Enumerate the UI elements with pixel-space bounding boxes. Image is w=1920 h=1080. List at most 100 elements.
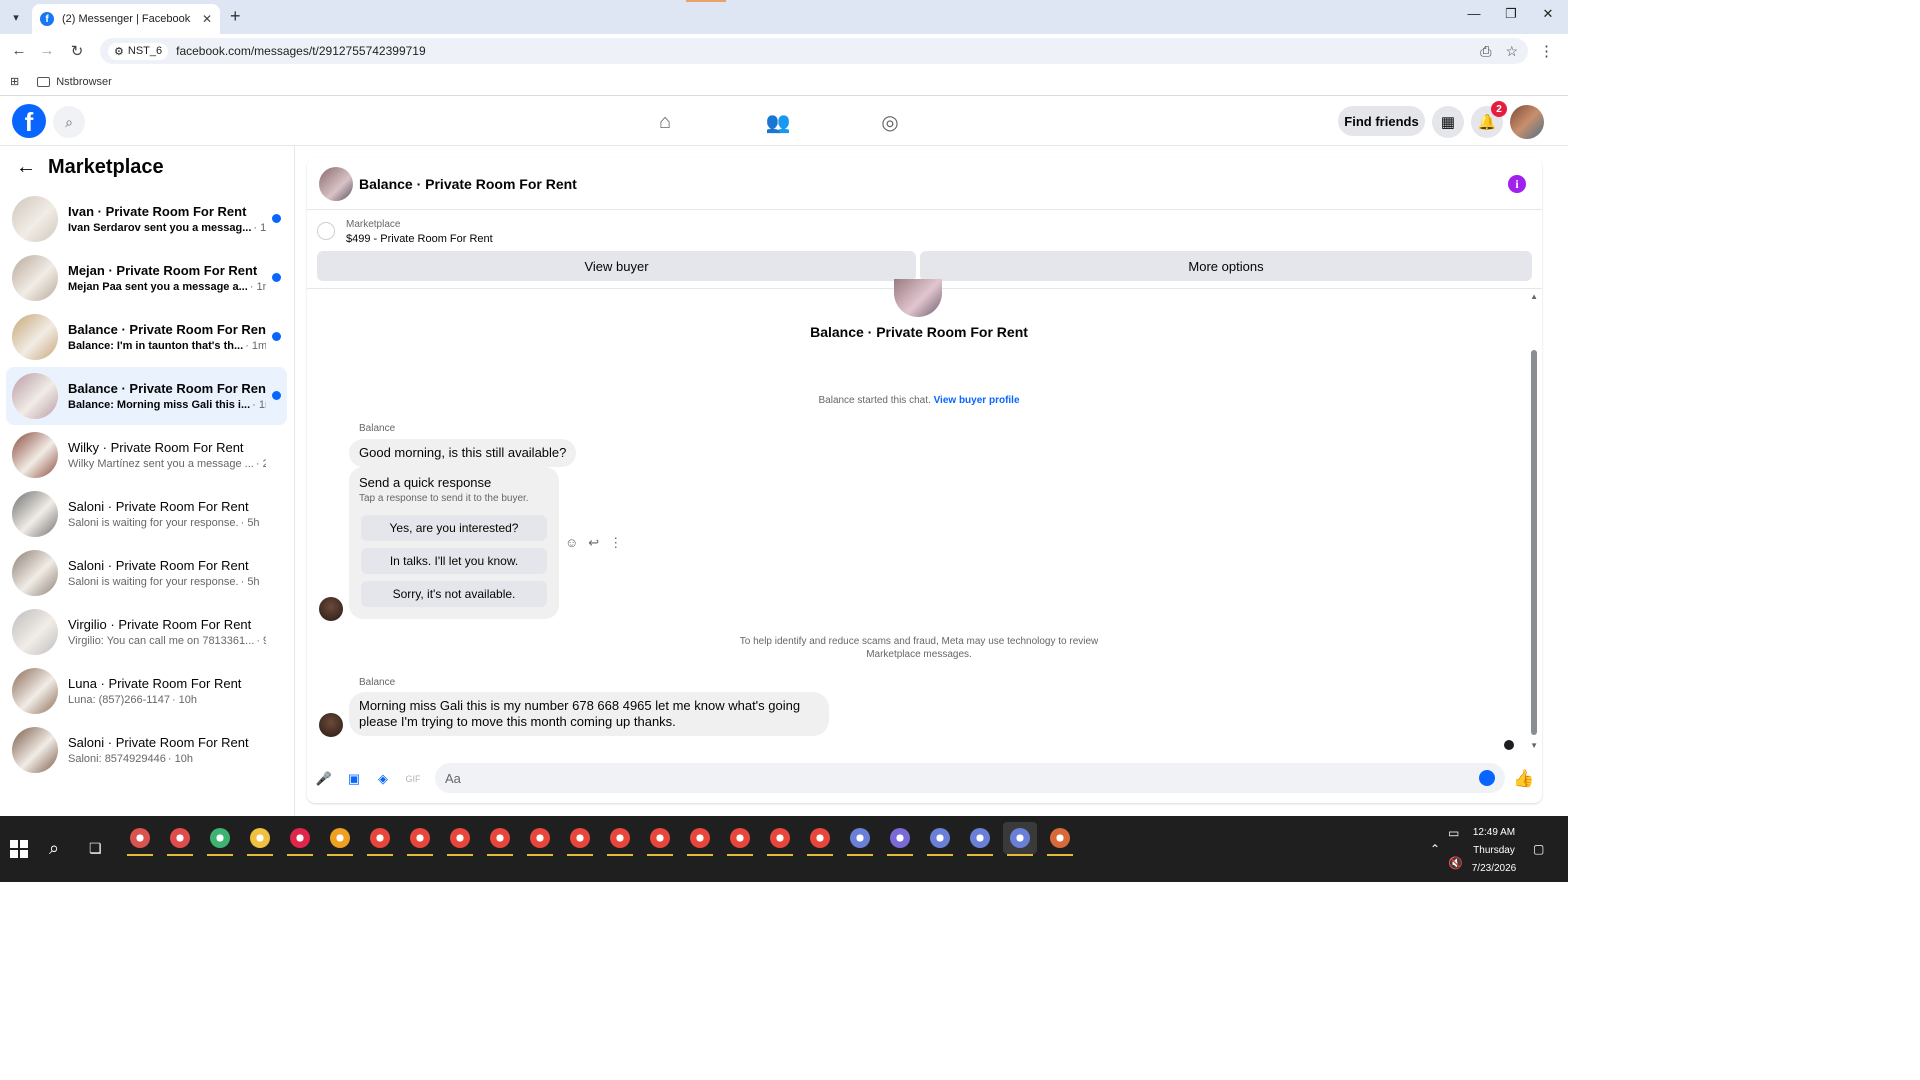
- conversation-item[interactable]: Saloni · Private Room For Rent Saloni is …: [6, 485, 287, 543]
- gif-icon[interactable]: GIF: [404, 770, 422, 788]
- taskbar-app-icon[interactable]: [603, 822, 637, 856]
- browser-tab-messenger[interactable]: f (2) Messenger | Facebook ✕: [32, 4, 220, 34]
- bookmark-folder[interactable]: Nstbrowser: [37, 76, 112, 88]
- apps-grid-icon[interactable]: ⊞: [10, 75, 19, 88]
- conversation-item[interactable]: Wilky · Private Room For Rent Wilky Martí…: [6, 426, 287, 484]
- restore-icon[interactable]: ❐: [1501, 6, 1521, 22]
- tab-close-icon[interactable]: ✕: [202, 12, 212, 26]
- conversation-item[interactable]: Saloni · Private Room For Rent Saloni is …: [6, 544, 287, 602]
- taskbar-clock[interactable]: 12:49 AM Thursday 7/23/2026: [1460, 824, 1528, 878]
- address-bar[interactable]: ⚙ NST_6 facebook.com/messages/t/29127557…: [100, 38, 1528, 64]
- tab-search-dropdown-icon[interactable]: ▾: [6, 7, 26, 27]
- message-bubble[interactable]: Good morning, is this still available?: [349, 439, 577, 467]
- chat-title[interactable]: Balance · Private Room For Rent: [359, 176, 577, 192]
- browser-menu-icon[interactable]: ⋮: [1539, 42, 1554, 60]
- conversation-item[interactable]: Balance · Private Room For Rent Balance: …: [6, 367, 287, 425]
- taskbar-app-icon[interactable]: [843, 822, 877, 856]
- notification-center-icon[interactable]: ▢: [1533, 842, 1544, 856]
- taskbar-app-icon[interactable]: [963, 822, 997, 856]
- task-view-icon[interactable]: ❏: [89, 840, 102, 857]
- emoji-icon[interactable]: [1479, 770, 1495, 786]
- sender-avatar[interactable]: [319, 713, 343, 737]
- taskbar-app-icon[interactable]: [1003, 822, 1037, 856]
- conversation-item[interactable]: Virgilio · Private Room For Rent Virgilio…: [6, 603, 287, 661]
- back-arrow-icon[interactable]: ←: [16, 156, 36, 179]
- conversation-thumbnail: [12, 668, 58, 714]
- search-icon[interactable]: ⌕: [53, 106, 85, 138]
- view-buyer-profile-link[interactable]: View buyer profile: [934, 395, 1020, 406]
- taskbar-app-icon[interactable]: [723, 822, 757, 856]
- taskbar-app-icon[interactable]: [683, 822, 717, 856]
- taskbar-app-icon[interactable]: [163, 822, 197, 856]
- listing-bar[interactable]: Marketplace $499 - Private Room For Rent: [307, 210, 1542, 250]
- scroll-down-arrow-icon[interactable]: ▼: [1530, 741, 1538, 750]
- message-bubble[interactable]: Morning miss Gali this is my number 678 …: [349, 692, 829, 736]
- photo-icon[interactable]: ▣: [345, 770, 363, 788]
- quick-response-button[interactable]: In talks. I'll let you know.: [361, 548, 547, 574]
- microphone-icon[interactable]: 🎤: [315, 770, 333, 788]
- taskbar-app-icon[interactable]: [563, 822, 597, 856]
- taskbar-search-icon[interactable]: ⌕: [49, 838, 59, 859]
- taskbar-app-icon[interactable]: [483, 822, 517, 856]
- taskbar-app-icon[interactable]: [203, 822, 237, 856]
- conversation-item[interactable]: Mejan · Private Room For Rent Mejan Paa s…: [6, 249, 287, 307]
- minimize-icon[interactable]: —: [1464, 6, 1484, 21]
- url-text[interactable]: facebook.com/messages/t/2912755742399719: [176, 44, 426, 58]
- taskbar-app-icon[interactable]: [763, 822, 797, 856]
- site-info-chip[interactable]: ⚙ NST_6: [108, 42, 169, 60]
- conversation-sidebar: ← Marketplace Ivan · Private Room For Re…: [0, 146, 295, 816]
- quick-response-button[interactable]: Yes, are you interested?: [361, 515, 547, 541]
- thread-scrollbar[interactable]: [1531, 350, 1537, 735]
- quick-response-subtitle: Tap a response to send it to the buyer.: [359, 493, 529, 504]
- menu-grid-icon[interactable]: ▦: [1432, 106, 1464, 138]
- tray-network-icon[interactable]: ▭: [1448, 826, 1459, 840]
- react-emoji-icon[interactable]: ☺: [565, 535, 578, 551]
- facebook-logo-icon[interactable]: f: [12, 104, 46, 138]
- message-input[interactable]: Aa: [435, 763, 1505, 793]
- tray-overflow-icon[interactable]: ⌃: [1430, 842, 1440, 856]
- app-glyph-icon: [330, 828, 350, 848]
- taskbar-app-icon[interactable]: [123, 822, 157, 856]
- windows-start-icon[interactable]: [10, 840, 28, 858]
- conversation-item[interactable]: Luna · Private Room For Rent Luna: (857)2…: [6, 662, 287, 720]
- taskbar-app-icon[interactable]: [363, 822, 397, 856]
- taskbar-app-icon[interactable]: [283, 822, 317, 856]
- sender-avatar[interactable]: [319, 597, 343, 621]
- more-actions-icon[interactable]: ⋮: [609, 535, 622, 551]
- new-tab-icon[interactable]: +: [230, 6, 241, 27]
- taskbar-app-icon[interactable]: [403, 822, 437, 856]
- taskbar-app-icon[interactable]: [883, 822, 917, 856]
- conversation-item[interactable]: Ivan · Private Room For Rent Ivan Serdaro…: [6, 190, 287, 248]
- conversation-item[interactable]: Balance · Private Room For Rent Balance: …: [6, 308, 287, 366]
- more-options-button[interactable]: More options: [920, 251, 1532, 281]
- chat-avatar[interactable]: [319, 166, 353, 201]
- scroll-up-arrow-icon[interactable]: ▲: [1530, 292, 1538, 301]
- forward-icon[interactable]: →: [38, 42, 56, 59]
- taskbar-app-icon[interactable]: [323, 822, 357, 856]
- taskbar-app-icon[interactable]: [803, 822, 837, 856]
- taskbar-app-icon[interactable]: [923, 822, 957, 856]
- conversation-item[interactable]: Saloni · Private Room For Rent Saloni: 85…: [6, 721, 287, 779]
- taskbar-app-icon[interactable]: [443, 822, 477, 856]
- quick-response-button[interactable]: Sorry, it's not available.: [361, 581, 547, 607]
- reply-icon[interactable]: ↩: [588, 535, 599, 551]
- like-thumb-icon[interactable]: 👍: [1513, 769, 1534, 788]
- running-indicator: [1007, 854, 1033, 856]
- view-buyer-button[interactable]: View buyer: [317, 251, 916, 281]
- install-app-icon[interactable]: ⎙: [1480, 43, 1491, 60]
- taskbar-app-icon[interactable]: [523, 822, 557, 856]
- taskbar-app-icon[interactable]: [1043, 822, 1077, 856]
- info-icon[interactable]: i: [1508, 175, 1526, 193]
- sticker-icon[interactable]: ◈: [374, 770, 392, 788]
- friends-icon[interactable]: 👥: [764, 108, 792, 136]
- profile-avatar[interactable]: [1510, 105, 1544, 139]
- home-icon[interactable]: ⌂: [651, 108, 679, 136]
- groups-icon[interactable]: ◎: [876, 108, 904, 136]
- reload-icon[interactable]: ↻: [68, 42, 86, 60]
- bookmark-star-icon[interactable]: ☆: [1505, 43, 1518, 60]
- find-friends-button[interactable]: Find friends: [1338, 106, 1425, 136]
- taskbar-app-icon[interactable]: [643, 822, 677, 856]
- taskbar-app-icon[interactable]: [243, 822, 277, 856]
- window-close-icon[interactable]: ✕: [1538, 6, 1558, 22]
- back-icon[interactable]: ←: [10, 42, 28, 59]
